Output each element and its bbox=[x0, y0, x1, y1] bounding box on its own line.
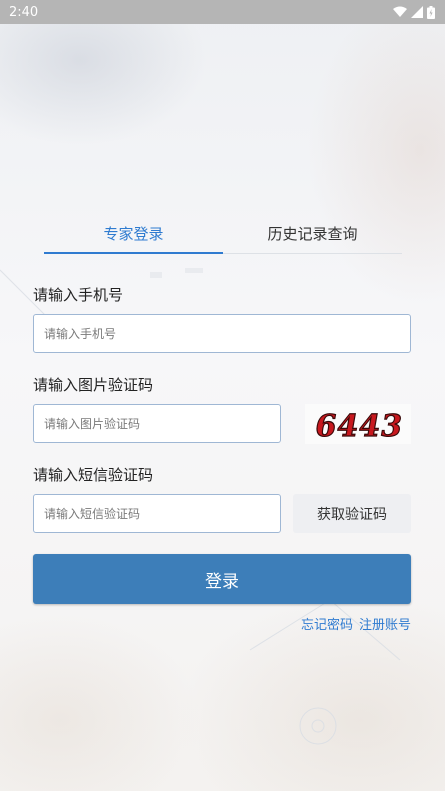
get-sms-code-button[interactable]: 获取验证码 bbox=[293, 494, 411, 533]
login-button[interactable]: 登录 bbox=[33, 554, 411, 604]
tab-expert-login[interactable]: 专家登录 bbox=[44, 214, 223, 254]
phone-label: 请输入手机号 bbox=[33, 286, 124, 304]
image-code-input[interactable] bbox=[33, 404, 281, 443]
battery-icon bbox=[427, 5, 435, 19]
sms-code-label: 请输入短信验证码 bbox=[33, 466, 154, 484]
image-code-label: 请输入图片验证码 bbox=[33, 376, 154, 394]
background-decoration bbox=[0, 268, 401, 745]
login-tabs: 专家登录 历史记录查询 bbox=[44, 214, 402, 254]
account-links: 忘记密码 注册账号 bbox=[301, 614, 411, 633]
wifi-icon bbox=[393, 6, 407, 17]
status-bar: 2:40 bbox=[0, 0, 445, 24]
sms-code-input[interactable] bbox=[33, 494, 281, 533]
captcha-text: 6443 bbox=[312, 409, 406, 444]
signal-icon bbox=[411, 6, 423, 18]
register-link[interactable]: 注册账号 bbox=[359, 614, 411, 633]
tab-history-query[interactable]: 历史记录查询 bbox=[223, 214, 402, 253]
tab-expert-login-label: 专家登录 bbox=[103, 225, 164, 243]
forgot-password-link[interactable]: 忘记密码 bbox=[301, 614, 353, 633]
status-time: 2:40 bbox=[9, 4, 39, 20]
phone-input[interactable] bbox=[33, 314, 411, 353]
tab-history-query-label: 历史记录查询 bbox=[267, 225, 358, 243]
captcha-image[interactable]: 6443 bbox=[305, 404, 411, 444]
